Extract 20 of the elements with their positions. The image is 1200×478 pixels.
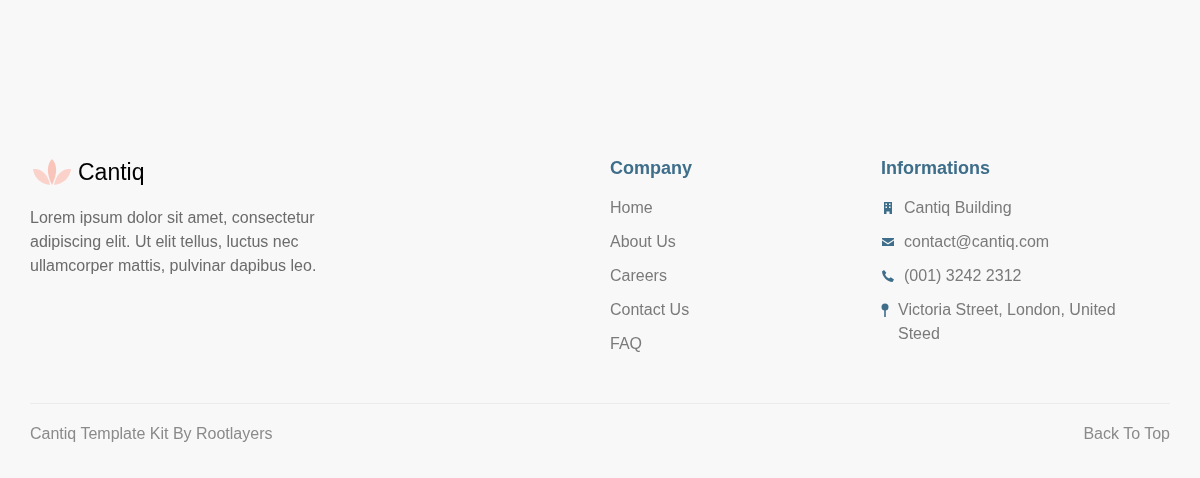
contact-info-text: (001) 3242 2312 xyxy=(904,266,1023,286)
contact-info-text: Cantiq Building xyxy=(904,198,1013,218)
back-to-top-link[interactable]: Back To Top xyxy=(1083,422,1170,446)
brand-description: Lorem ipsum dolor sit amet, consectetur adipiscing elit. Ut elit tellus, luctus nec ullamcorper mattis, pulvinar dapibus leo. xyxy=(30,207,318,276)
company-heading: Company xyxy=(610,157,693,180)
footer-link[interactable]: About Us xyxy=(610,230,676,254)
informations-heading: Informations xyxy=(881,157,991,180)
pin-icon xyxy=(881,303,889,317)
credit-text: Cantiq Template Kit By Rootlayers xyxy=(30,424,273,444)
footer-link[interactable]: Home xyxy=(610,196,653,220)
building-icon xyxy=(881,201,895,215)
mail-icon xyxy=(881,235,895,249)
footer-link[interactable]: Contact Us xyxy=(610,298,690,322)
contact-info-text: contact@cantiq.com xyxy=(904,232,1051,252)
footer-link[interactable]: Careers xyxy=(610,264,667,288)
lotus-logo-icon xyxy=(30,157,74,188)
brand-name: Cantiq xyxy=(78,158,145,187)
footer-link[interactable]: FAQ xyxy=(610,332,642,356)
contact-info-text: Victoria Street, London, United Steed xyxy=(898,300,1117,344)
phone-icon xyxy=(881,269,895,283)
